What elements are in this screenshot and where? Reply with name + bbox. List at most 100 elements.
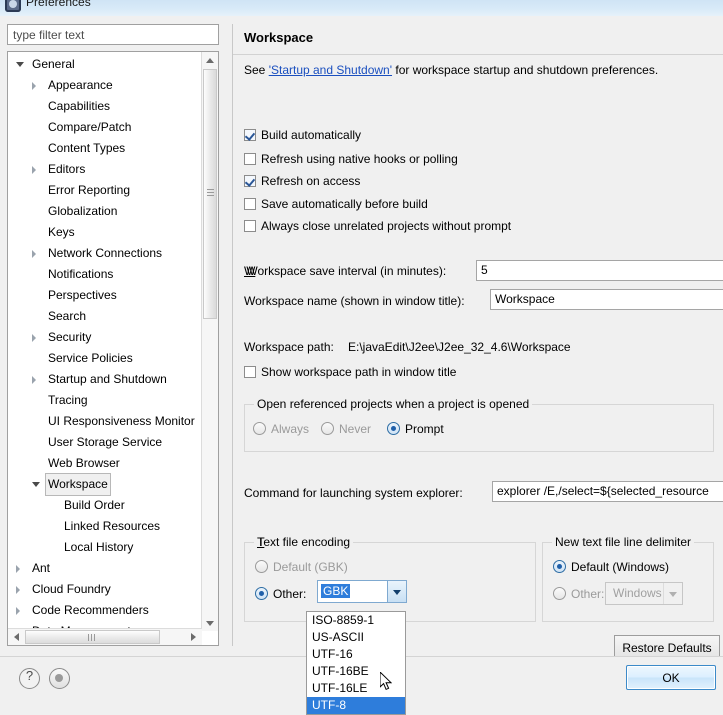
tree-item-network-connections[interactable]: Network Connections	[8, 243, 202, 264]
open-referenced-radio-always[interactable]: Always	[253, 422, 309, 436]
tree-item-build-order[interactable]: Build Order	[8, 495, 202, 516]
dropdown-option-utf-16le[interactable]: UTF-16LE	[307, 680, 405, 697]
chevron-right-icon[interactable]	[16, 565, 20, 573]
text-file-encoding-title: TText file encoding	[254, 535, 354, 549]
filter-placeholder: type filter text	[13, 28, 85, 42]
radio-circle[interactable]	[321, 422, 334, 435]
tree-item-notifications[interactable]: Notifications	[8, 264, 202, 285]
tree-item-content-types[interactable]: Content Types	[8, 138, 202, 159]
ok-button[interactable]: OK	[626, 665, 716, 690]
checkbox-box[interactable]	[244, 153, 256, 165]
preference-tree[interactable]: General Appearance Capabilities Compare/Pat…	[7, 51, 219, 646]
open-referenced-radio-never[interactable]: Never	[321, 422, 371, 436]
delimiter-combo[interactable]: Windows	[605, 582, 683, 605]
tree-item-web-browser[interactable]: Web Browser	[8, 453, 202, 474]
chevron-down-icon[interactable]	[387, 581, 406, 602]
chevron-right-icon[interactable]	[16, 586, 20, 594]
scroll-right-arrow-icon[interactable]	[186, 629, 202, 645]
tree-item-cloud-foundry[interactable]: Cloud Foundry	[8, 579, 202, 600]
chevron-right-icon[interactable]	[32, 166, 36, 174]
tree-item-globalization[interactable]: Globalization	[8, 201, 202, 222]
scroll-up-arrow-icon[interactable]	[202, 52, 218, 68]
tree-horizontal-scrollbar[interactable]	[8, 628, 202, 645]
chevron-down-icon[interactable]	[663, 583, 682, 604]
checkbox-refresh-using-native-hooks-or-polling[interactable]: Refresh using native hooks or polling	[244, 152, 458, 169]
radio-circle[interactable]	[255, 560, 268, 573]
tree-item-service-policies[interactable]: Service Policies	[8, 348, 202, 369]
encoding-other-radio[interactable]: Other:	[255, 587, 306, 601]
tree-item-search[interactable]: Search	[8, 306, 202, 327]
radio-circle[interactable]	[255, 587, 268, 600]
radio-circle[interactable]	[553, 560, 566, 573]
chevron-right-icon[interactable]	[32, 82, 36, 90]
radio-circle[interactable]	[253, 422, 266, 435]
vertical-scroll-thumb[interactable]	[203, 69, 217, 319]
chevron-right-icon[interactable]	[32, 376, 36, 384]
horizontal-scroll-thumb[interactable]	[25, 630, 160, 644]
page-title: Workspace	[244, 30, 314, 45]
tree-item-linked-resources[interactable]: Linked Resources	[8, 516, 202, 537]
question-mark-icon[interactable]	[19, 668, 40, 689]
startup-shutdown-link[interactable]: 'Startup and Shutdown'	[269, 63, 392, 77]
show-workspace-path-checkbox[interactable]: Show workspace path in window title	[244, 365, 456, 382]
checkbox-box[interactable]	[244, 129, 256, 141]
delimiter-other-radio[interactable]: Other:	[553, 587, 604, 601]
tree-item-ant[interactable]: Ant	[8, 558, 202, 579]
tree-item-ui-responsiveness-monitor[interactable]: UI Responsiveness Monitor	[8, 411, 202, 432]
tree-item-code-recommenders[interactable]: Code Recommenders	[8, 600, 202, 621]
checkbox-refresh-on-access[interactable]: Refresh on access	[244, 174, 360, 191]
checkbox-save-automatically-before-build[interactable]: Save automatically before build	[244, 197, 428, 214]
tree-item-local-history[interactable]: Local History	[8, 537, 202, 558]
tree-item-general[interactable]: General	[8, 54, 202, 75]
radio-label: Prompt	[405, 422, 444, 436]
chevron-right-icon[interactable]	[32, 250, 36, 258]
radio-circle[interactable]	[553, 587, 566, 600]
tree-item-editors[interactable]: Editors	[8, 159, 202, 180]
tree-item-workspace[interactable]: Workspace	[8, 473, 202, 496]
tree-item-label: Content Types	[48, 141, 126, 155]
dropdown-option-utf-16be[interactable]: UTF-16BE	[307, 663, 405, 680]
chevron-down-icon[interactable]	[16, 62, 24, 67]
dropdown-option-us-ascii[interactable]: US-ASCII	[307, 629, 405, 646]
tree-item-label: General	[32, 57, 75, 71]
filter-input[interactable]: type filter text	[7, 24, 219, 45]
open-referenced-radio-prompt[interactable]: Prompt	[387, 422, 444, 436]
tree-item-label: Web Browser	[48, 456, 120, 470]
checkbox-box[interactable]	[244, 366, 256, 378]
checkbox-always-close-unrelated-projects-without-prompt[interactable]: Always close unrelated projects without …	[244, 219, 511, 236]
delimiter-default-radio[interactable]: Default (Windows)	[553, 560, 669, 574]
workspace-name-input[interactable]: Workspace	[490, 289, 723, 310]
encoding-default-radio[interactable]: Default (GBK)	[255, 560, 348, 574]
encoding-dropdown-list[interactable]: ISO-8859-1 US-ASCII UTF-16 UTF-16BE UTF-16LE…	[306, 611, 406, 715]
tree-item-keys[interactable]: Keys	[8, 222, 202, 243]
tree-item-tracing[interactable]: Tracing	[8, 390, 202, 411]
dropdown-option-utf-8[interactable]: UTF-8	[307, 697, 405, 714]
tree-vertical-scrollbar[interactable]	[201, 52, 218, 631]
dropdown-option-utf-16[interactable]: UTF-16	[307, 646, 405, 663]
scroll-left-arrow-icon[interactable]	[8, 629, 24, 645]
dropdown-option-iso-8859-1[interactable]: ISO-8859-1	[307, 612, 405, 629]
checkbox-build-automatically[interactable]: Build automatically	[244, 128, 361, 145]
tree-item-capabilities[interactable]: Capabilities	[8, 96, 202, 117]
checkbox-box[interactable]	[244, 175, 256, 187]
tree-item-perspectives[interactable]: Perspectives	[8, 285, 202, 306]
chevron-right-icon[interactable]	[32, 334, 36, 342]
checkbox-box[interactable]	[244, 220, 256, 232]
chevron-down-icon[interactable]	[32, 482, 40, 487]
tree-item-security[interactable]: Security	[8, 327, 202, 348]
encoding-combo[interactable]: GBK	[317, 580, 407, 603]
tree-item-user-storage-service[interactable]: User Storage Service	[8, 432, 202, 453]
tree-item-startup-and-shutdown[interactable]: Startup and Shutdown	[8, 369, 202, 390]
chevron-right-icon[interactable]	[16, 607, 20, 615]
circle-icon[interactable]	[49, 668, 70, 689]
save-interval-input[interactable]: 5	[476, 260, 723, 281]
explorer-command-input[interactable]: explorer /E,/select=${selected_resource	[492, 481, 723, 502]
tree-item-compare-patch[interactable]: Compare/Patch	[8, 117, 202, 138]
tree-item-label: Network Connections	[48, 246, 163, 260]
checkbox-box[interactable]	[244, 198, 256, 210]
radio-circle[interactable]	[387, 422, 400, 435]
tree-item-appearance[interactable]: Appearance	[8, 75, 202, 96]
scroll-down-arrow-icon[interactable]	[202, 615, 218, 631]
open-referenced-projects-title: Open referenced projects when a project …	[254, 397, 533, 411]
tree-item-error-reporting[interactable]: Error Reporting	[8, 180, 202, 201]
